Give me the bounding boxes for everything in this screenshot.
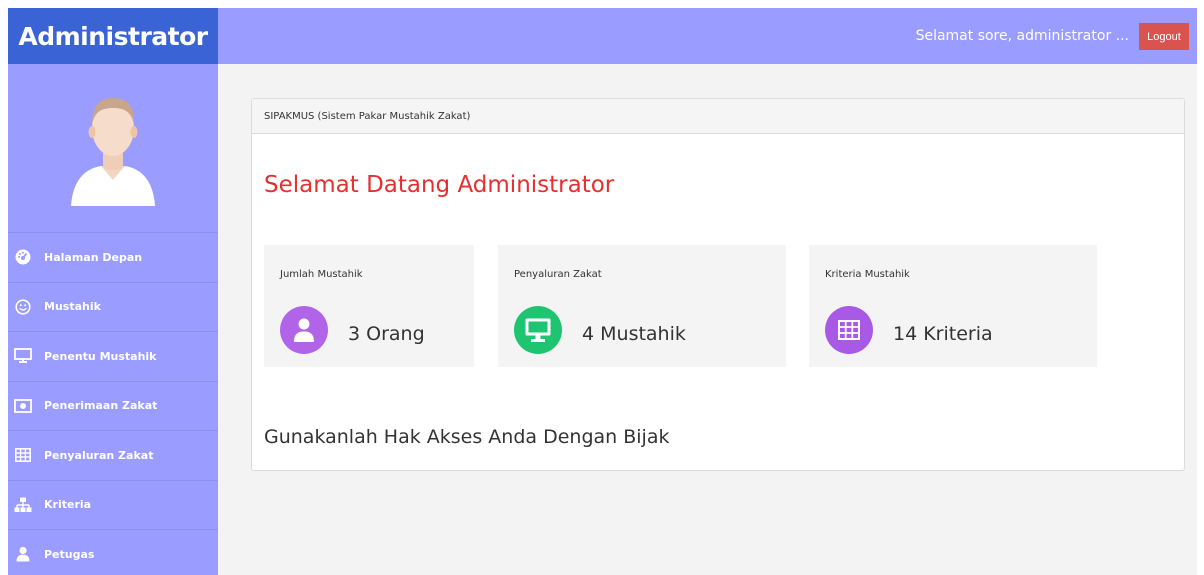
card-title: Kriteria Mustahik <box>825 269 910 280</box>
sidebar-item-label: Kriteria <box>44 498 92 512</box>
sidebar-item-penyaluran-zakat[interactable]: Penyaluran Zakat <box>8 430 218 480</box>
sidebar-item-label: Petugas <box>44 547 95 561</box>
access-reminder: Gunakanlah Hak Akses Anda Dengan Bijak <box>264 426 670 448</box>
card-value: 3 Orang <box>348 323 425 345</box>
sidebar-item-penerimaan-zakat[interactable]: Penerimaan Zakat <box>8 380 218 431</box>
card-value: 14 Kriteria <box>893 323 993 345</box>
monitor-icon <box>14 348 32 364</box>
top-navbar: Administrator Selamat sore, administrato… <box>8 8 1197 64</box>
dashboard-icon <box>14 249 32 265</box>
stat-card-kriteria-mustahik: Kriteria Mustahik 14 Kriteria <box>809 245 1097 367</box>
sidebar-item-petugas[interactable]: Petugas <box>8 529 218 575</box>
sidebar-item-label: Penerimaan Zakat <box>44 399 158 413</box>
main-content: SIPAKMUS (Sistem Pakar Mustahik Zakat) S… <box>218 64 1197 575</box>
brand-title[interactable]: Administrator <box>8 8 218 64</box>
sitemap-icon <box>14 497 32 513</box>
avatar <box>71 98 155 206</box>
money-icon <box>14 398 32 414</box>
table-icon <box>14 447 32 463</box>
monitor-icon <box>514 306 562 354</box>
greeting-text: Selamat sore, administrator ... <box>915 28 1129 44</box>
stat-card-penyaluran-zakat: Penyaluran Zakat 4 Mustahik <box>498 245 786 367</box>
logout-button[interactable]: Logout <box>1139 23 1189 50</box>
sidebar-item-label: Mustahik <box>44 300 101 314</box>
sidebar: Halaman Depan Mustahik Penentu Mustahik … <box>8 64 218 575</box>
table-icon <box>825 306 873 354</box>
sidebar-item-halaman-depan[interactable]: Halaman Depan <box>8 232 218 282</box>
avatar-container <box>8 64 218 232</box>
stat-card-jumlah-mustahik: Jumlah Mustahik 3 Orang <box>264 245 474 367</box>
dashboard-panel: SIPAKMUS (Sistem Pakar Mustahik Zakat) S… <box>251 98 1185 471</box>
smiley-icon <box>14 299 32 315</box>
sidebar-item-label: Halaman Depan <box>44 250 143 264</box>
card-title: Penyaluran Zakat <box>514 269 602 280</box>
sidebar-item-mustahik[interactable]: Mustahik <box>8 281 218 332</box>
sidebar-item-kriteria[interactable]: Kriteria <box>8 479 218 530</box>
panel-heading: SIPAKMUS (Sistem Pakar Mustahik Zakat) <box>252 99 1184 134</box>
sidebar-item-penentu-mustahik[interactable]: Penentu Mustahik <box>8 331 218 381</box>
sidebar-item-label: Penyaluran Zakat <box>44 448 154 462</box>
sidebar-nav: Halaman Depan Mustahik Penentu Mustahik … <box>8 232 218 575</box>
card-title: Jumlah Mustahik <box>280 269 363 280</box>
user-icon <box>14 546 32 562</box>
user-icon <box>280 306 328 354</box>
sidebar-item-label: Penentu Mustahik <box>44 349 157 363</box>
card-value: 4 Mustahik <box>582 323 686 345</box>
welcome-title: Selamat Datang Administrator <box>264 172 615 198</box>
